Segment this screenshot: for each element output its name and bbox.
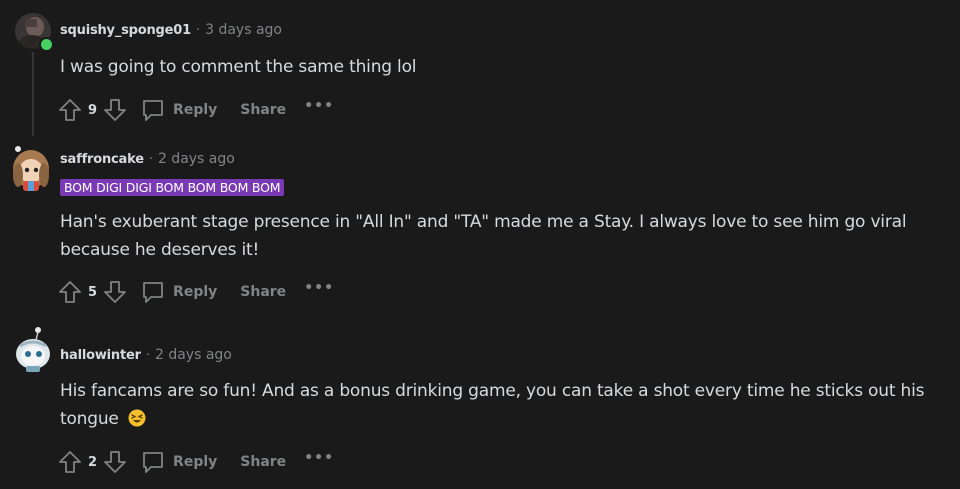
vote-count: 5 <box>88 284 98 300</box>
comment-body-text: tongue <box>60 409 119 429</box>
comment-body: His fancams are so fun! And as a bonus d… <box>60 377 950 433</box>
timestamp[interactable]: 2 days ago <box>158 151 235 167</box>
reply-button[interactable]: Reply <box>141 450 217 474</box>
upvote-arrow-icon[interactable] <box>58 280 82 304</box>
comment-actions: 9 Reply Share ••• <box>58 96 334 124</box>
comment-body: I was going to comment the same thing lo… <box>60 57 417 77</box>
comment-body-line: because he deserves it! <box>60 240 260 260</box>
speech-bubble-icon <box>143 452 163 473</box>
user-flair: BOM DIGI DIGI BOM BOM BOM BOM <box>60 179 285 196</box>
username[interactable]: hallowinter <box>60 348 141 363</box>
share-button[interactable]: Share <box>240 102 286 118</box>
downvote-arrow-icon[interactable] <box>103 280 127 304</box>
more-options-button[interactable]: ••• <box>304 98 334 114</box>
comment-meta: saffroncake · 2 days ago <box>60 151 235 167</box>
upvote-arrow-icon[interactable] <box>58 450 82 474</box>
separator: · <box>195 23 201 38</box>
downvote-arrow-icon[interactable] <box>103 450 127 474</box>
comment-body-line: tongue <box>60 405 950 433</box>
separator: · <box>145 348 150 363</box>
avatar[interactable] <box>14 326 52 374</box>
laughing-squint-emoji-icon <box>128 408 146 427</box>
reply-label: Reply <box>173 102 218 118</box>
speech-bubble-icon <box>143 100 163 121</box>
timestamp[interactable]: 3 days ago <box>205 22 282 38</box>
reply-label: Reply <box>173 284 218 300</box>
vote-count: 9 <box>88 102 98 118</box>
reply-button[interactable]: Reply <box>141 98 217 122</box>
share-button[interactable]: Share <box>240 284 286 300</box>
comment-body-line: His fancams are so fun! And as a bonus d… <box>60 381 925 401</box>
comment-body: Han's exuberant stage presence in "All I… <box>60 208 950 264</box>
thread-line[interactable] <box>32 52 34 136</box>
reply-button[interactable]: Reply <box>141 280 217 304</box>
comment-meta: hallowinter · 2 days ago <box>60 347 232 363</box>
reply-label: Reply <box>173 454 218 470</box>
timestamp[interactable]: 2 days ago <box>155 347 232 363</box>
share-button[interactable]: Share <box>240 454 286 470</box>
comment-actions: 2 Reply Share ••• <box>58 448 334 476</box>
vote-count: 2 <box>88 454 98 470</box>
username[interactable]: squishy_sponge01 <box>60 23 191 38</box>
online-indicator <box>39 37 54 52</box>
comment-actions: 5 Reply Share ••• <box>58 278 334 306</box>
downvote-arrow-icon[interactable] <box>103 98 127 122</box>
upvote-arrow-icon[interactable] <box>58 98 82 122</box>
comment-body-line: Han's exuberant stage presence in "All I… <box>60 212 907 232</box>
more-options-button[interactable]: ••• <box>304 280 334 296</box>
avatar[interactable] <box>10 145 52 193</box>
avatar[interactable] <box>15 13 54 52</box>
more-options-button[interactable]: ••• <box>304 450 334 466</box>
comment-meta: squishy_sponge01 · 3 days ago <box>60 22 282 38</box>
speech-bubble-icon <box>143 282 163 303</box>
separator: · <box>148 152 153 167</box>
username[interactable]: saffroncake <box>60 152 144 167</box>
